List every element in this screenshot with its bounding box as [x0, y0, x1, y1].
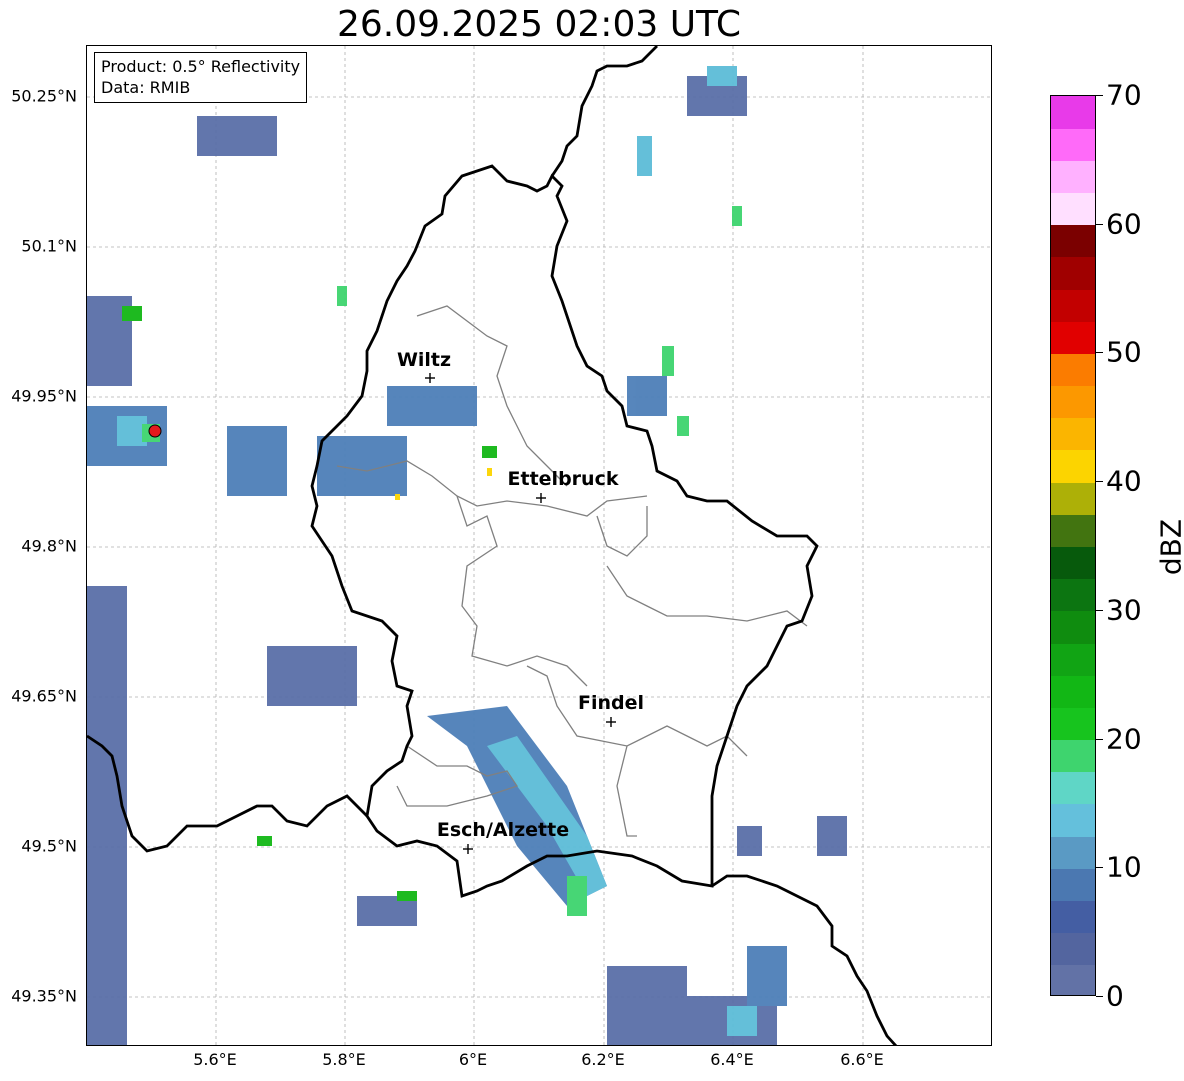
colorbar-tick-label: 40 [1106, 464, 1142, 498]
colorbar-segment [1051, 771, 1095, 805]
lat-label: 49.65°N [11, 686, 77, 706]
colorbar-segment [1051, 739, 1095, 773]
lat-label: 49.8°N [21, 536, 77, 556]
colorbar-tick-label: 10 [1106, 850, 1142, 884]
colorbar-segment [1051, 675, 1095, 708]
city-label-findel: Findel [577, 692, 645, 714]
colorbar-tick [1096, 481, 1103, 483]
colorbar-segment [1051, 643, 1095, 676]
colorbar-tick-label: 70 [1106, 78, 1142, 112]
colorbar-segment [1051, 289, 1095, 322]
colorbar-tick-label: 50 [1106, 335, 1142, 369]
colorbar-tick-label: 60 [1106, 207, 1142, 241]
colorbar-tick [1096, 95, 1103, 96]
country-borders [87, 46, 898, 1045]
city-label-ettelbruck: Ettelbruck [507, 468, 619, 490]
colorbar-tick [1096, 996, 1103, 997]
colorbar-tick [1096, 609, 1103, 611]
canton-borders [336, 305, 808, 837]
lat-label: 50.1°N [21, 236, 77, 256]
colorbar-unit-label: dBZ [1154, 518, 1184, 576]
colorbar-segment [1051, 224, 1095, 258]
colorbar-segment [1051, 546, 1095, 580]
lat-label: 49.95°N [11, 386, 77, 406]
colorbar-tick [1096, 867, 1103, 869]
colorbar-segment [1051, 449, 1095, 483]
colorbar-segment [1051, 900, 1095, 934]
colorbar-tick-label: 20 [1106, 722, 1142, 756]
product-info-box: Product: 0.5° Reflectivity Data: RMIB [94, 52, 308, 103]
lon-label: 6.2°E [581, 1050, 625, 1069]
city-label-esch-alzette: Esch/Alzette [436, 819, 570, 841]
colorbar-segment [1051, 803, 1095, 837]
lat-label: 50.25°N [11, 86, 77, 106]
colorbar-segment [1051, 128, 1095, 161]
colorbar-tick-label: 0 [1106, 979, 1124, 1013]
colorbar-segment [1051, 417, 1095, 451]
product-label: Product: 0.5° Reflectivity [101, 57, 301, 76]
colorbar-segment [1051, 353, 1095, 387]
radar-site-marker [148, 424, 162, 438]
colorbar [1050, 95, 1096, 996]
map-canvas [87, 46, 991, 1045]
colorbar-segment [1051, 578, 1095, 612]
colorbar-segment [1051, 385, 1095, 419]
map-title: 26.09.2025 02:03 UTC [336, 4, 742, 45]
colorbar-segment [1051, 160, 1095, 194]
lon-label: 6°E [458, 1050, 488, 1069]
colorbar-tick-label: 30 [1106, 593, 1142, 627]
colorbar-segment [1051, 514, 1095, 547]
lon-label: 5.8°E [322, 1050, 366, 1069]
colorbar-segment [1051, 610, 1095, 644]
colorbar-segment [1051, 932, 1095, 966]
colorbar-segment [1051, 482, 1095, 515]
grid-lines [87, 46, 991, 1045]
colorbar-segment [1051, 868, 1095, 901]
colorbar-segment [1051, 707, 1095, 741]
city-label-wiltz: Wiltz [396, 349, 452, 371]
lat-label: 49.35°N [11, 986, 77, 1006]
colorbar-segment [1051, 964, 1095, 995]
lon-label: 6.6°E [840, 1050, 884, 1069]
lat-label: 49.5°N [21, 836, 77, 856]
lon-label: 6.4°E [710, 1050, 754, 1069]
lon-label: 5.6°E [193, 1050, 237, 1069]
colorbar-segment [1051, 96, 1095, 129]
colorbar-segment [1051, 836, 1095, 869]
colorbar-segment [1051, 256, 1095, 290]
colorbar-segment [1051, 192, 1095, 226]
colorbar-tick [1096, 223, 1103, 225]
radar-map[interactable] [86, 45, 992, 1046]
colorbar-segment [1051, 321, 1095, 354]
colorbar-tick [1096, 352, 1103, 354]
data-source-label: Data: RMIB [101, 78, 191, 97]
colorbar-tick [1096, 738, 1103, 740]
